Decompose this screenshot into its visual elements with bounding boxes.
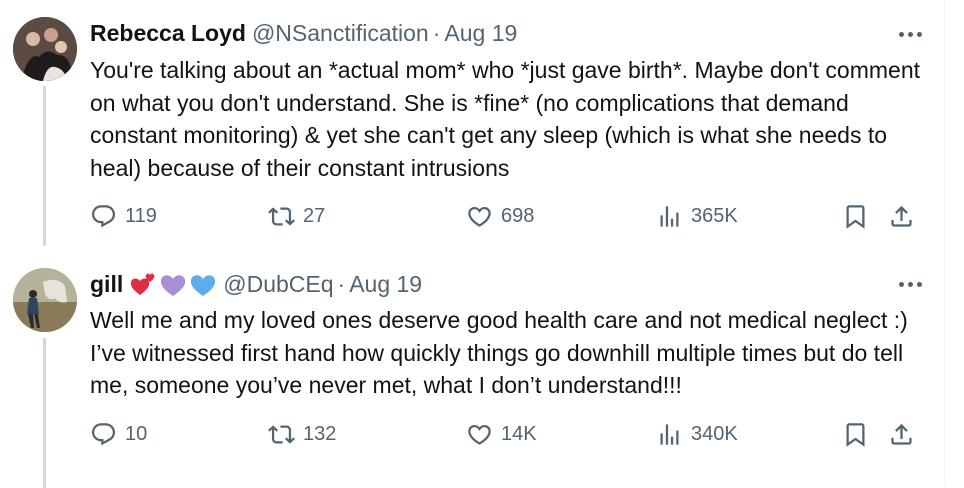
bookmark-icon [846, 422, 865, 447]
like-count: 698 [501, 204, 535, 227]
more-icon[interactable] [890, 272, 930, 296]
tweet-header: gill @DubCEq · Aug 19 [90, 270, 422, 298]
reply-icon [91, 204, 116, 227]
like-button[interactable]: 698 [466, 200, 534, 232]
views-icon [660, 205, 679, 227]
revolving-hearts-emoji [131, 273, 155, 295]
tweet-text: Well me and my loved ones deserve good h… [90, 307, 908, 398]
repost-button[interactable]: 132 [268, 418, 336, 450]
views-button[interactable]: 340K [656, 418, 738, 450]
share-button[interactable] [888, 418, 915, 450]
action-bar: 119 27 698 365K [90, 200, 920, 232]
repost-count: 132 [303, 422, 337, 445]
thread-line [43, 86, 46, 246]
timestamp[interactable]: Aug 19 [444, 20, 517, 47]
bookmark-button[interactable] [842, 200, 869, 232]
action-bar: 10 132 14K 340K [90, 418, 920, 450]
heart-icon [468, 206, 491, 227]
bookmark-button[interactable] [842, 418, 869, 450]
like-button[interactable]: 14K [466, 418, 537, 450]
tweet[interactable]: gill @DubCEq · Aug 19 Well me and my lov… [0, 240, 944, 488]
views-button[interactable]: 365K [656, 200, 738, 232]
reply-button[interactable]: 10 [90, 418, 147, 450]
separator-dot: · [337, 270, 346, 297]
reply-button[interactable]: 119 [90, 200, 157, 232]
purple-heart-emoji [161, 275, 186, 296]
user-handle[interactable]: @NSanctification [252, 20, 429, 47]
thread-line [43, 338, 46, 488]
timeline-border [944, 0, 945, 486]
views-icon [660, 423, 679, 445]
repost-icon [268, 206, 295, 226]
avatar[interactable] [13, 268, 77, 332]
reply-count: 10 [125, 422, 148, 445]
repost-button[interactable]: 27 [268, 200, 325, 232]
reply-count: 119 [125, 204, 157, 227]
user-handle[interactable]: @DubCEq [223, 271, 333, 298]
timestamp[interactable]: Aug 19 [349, 271, 422, 298]
heart-icon [468, 424, 491, 445]
avatar[interactable] [13, 17, 77, 81]
name-emojis [129, 271, 217, 297]
blue-heart-emoji [191, 275, 216, 296]
share-icon [891, 423, 912, 445]
repost-count: 27 [303, 204, 326, 227]
like-count: 14K [501, 422, 537, 445]
separator-dot: · [432, 19, 441, 46]
share-button[interactable] [888, 200, 915, 232]
bookmark-icon [846, 204, 865, 229]
share-icon [891, 205, 912, 227]
display-name[interactable]: Rebecca Loyd [90, 20, 246, 47]
display-name[interactable]: gill [90, 271, 123, 298]
reply-icon [91, 422, 116, 445]
tweet-header: Rebecca Loyd @NSanctification · Aug 19 [90, 19, 517, 47]
tweet-text: You're talking about an *actual mom* who… [90, 57, 921, 181]
views-count: 340K [691, 422, 738, 445]
tweet[interactable]: Rebecca Loyd @NSanctification · Aug 19 Y… [0, 0, 944, 246]
more-icon[interactable] [890, 22, 930, 46]
repost-icon [268, 424, 295, 444]
views-count: 365K [691, 204, 738, 227]
